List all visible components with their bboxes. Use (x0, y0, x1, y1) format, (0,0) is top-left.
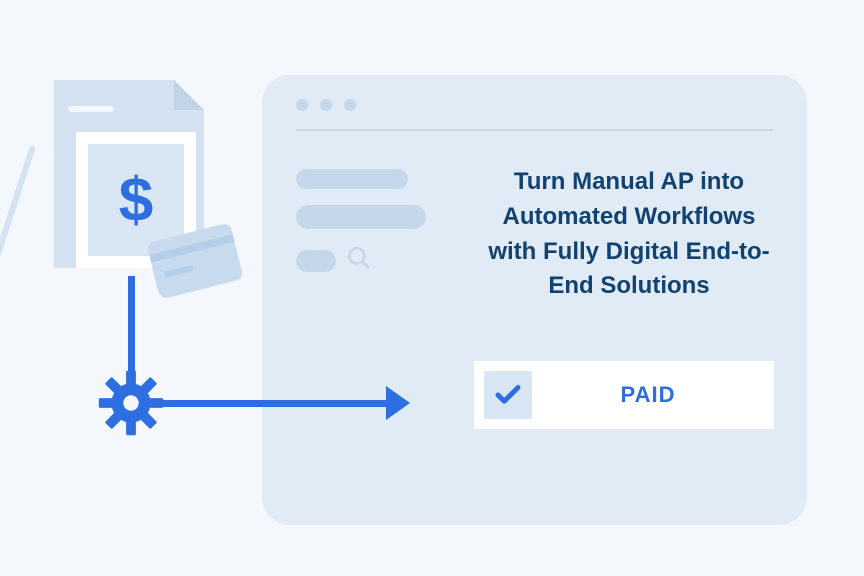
placeholder-bar (296, 250, 336, 272)
search-icon (346, 245, 372, 276)
placeholder-bar (296, 205, 426, 229)
dollar-icon: $ (119, 165, 153, 236)
placeholder-bar (296, 169, 408, 189)
divider (296, 129, 773, 131)
heading: Turn Manual AP into Automated Workflows … (485, 165, 773, 304)
status-label: PAID (532, 382, 764, 408)
page-fold (174, 80, 204, 110)
gear-icon (96, 368, 166, 438)
card-body: Turn Manual AP into Automated Workflows … (296, 165, 773, 304)
placeholder-lines (296, 165, 445, 304)
browser-window: Turn Manual AP into Automated Workflows … (262, 75, 807, 525)
check-icon (484, 371, 532, 419)
window-controls (296, 99, 773, 111)
window-dot (344, 99, 356, 111)
pencil-icon (0, 145, 36, 278)
window-dot (296, 99, 308, 111)
flow-line-horizontal (162, 400, 398, 407)
placeholder-bar (68, 106, 114, 112)
arrow-right-icon (386, 386, 410, 420)
status-box: PAID (474, 361, 774, 429)
window-dot (320, 99, 332, 111)
invoice-illustration: $ (32, 80, 232, 290)
